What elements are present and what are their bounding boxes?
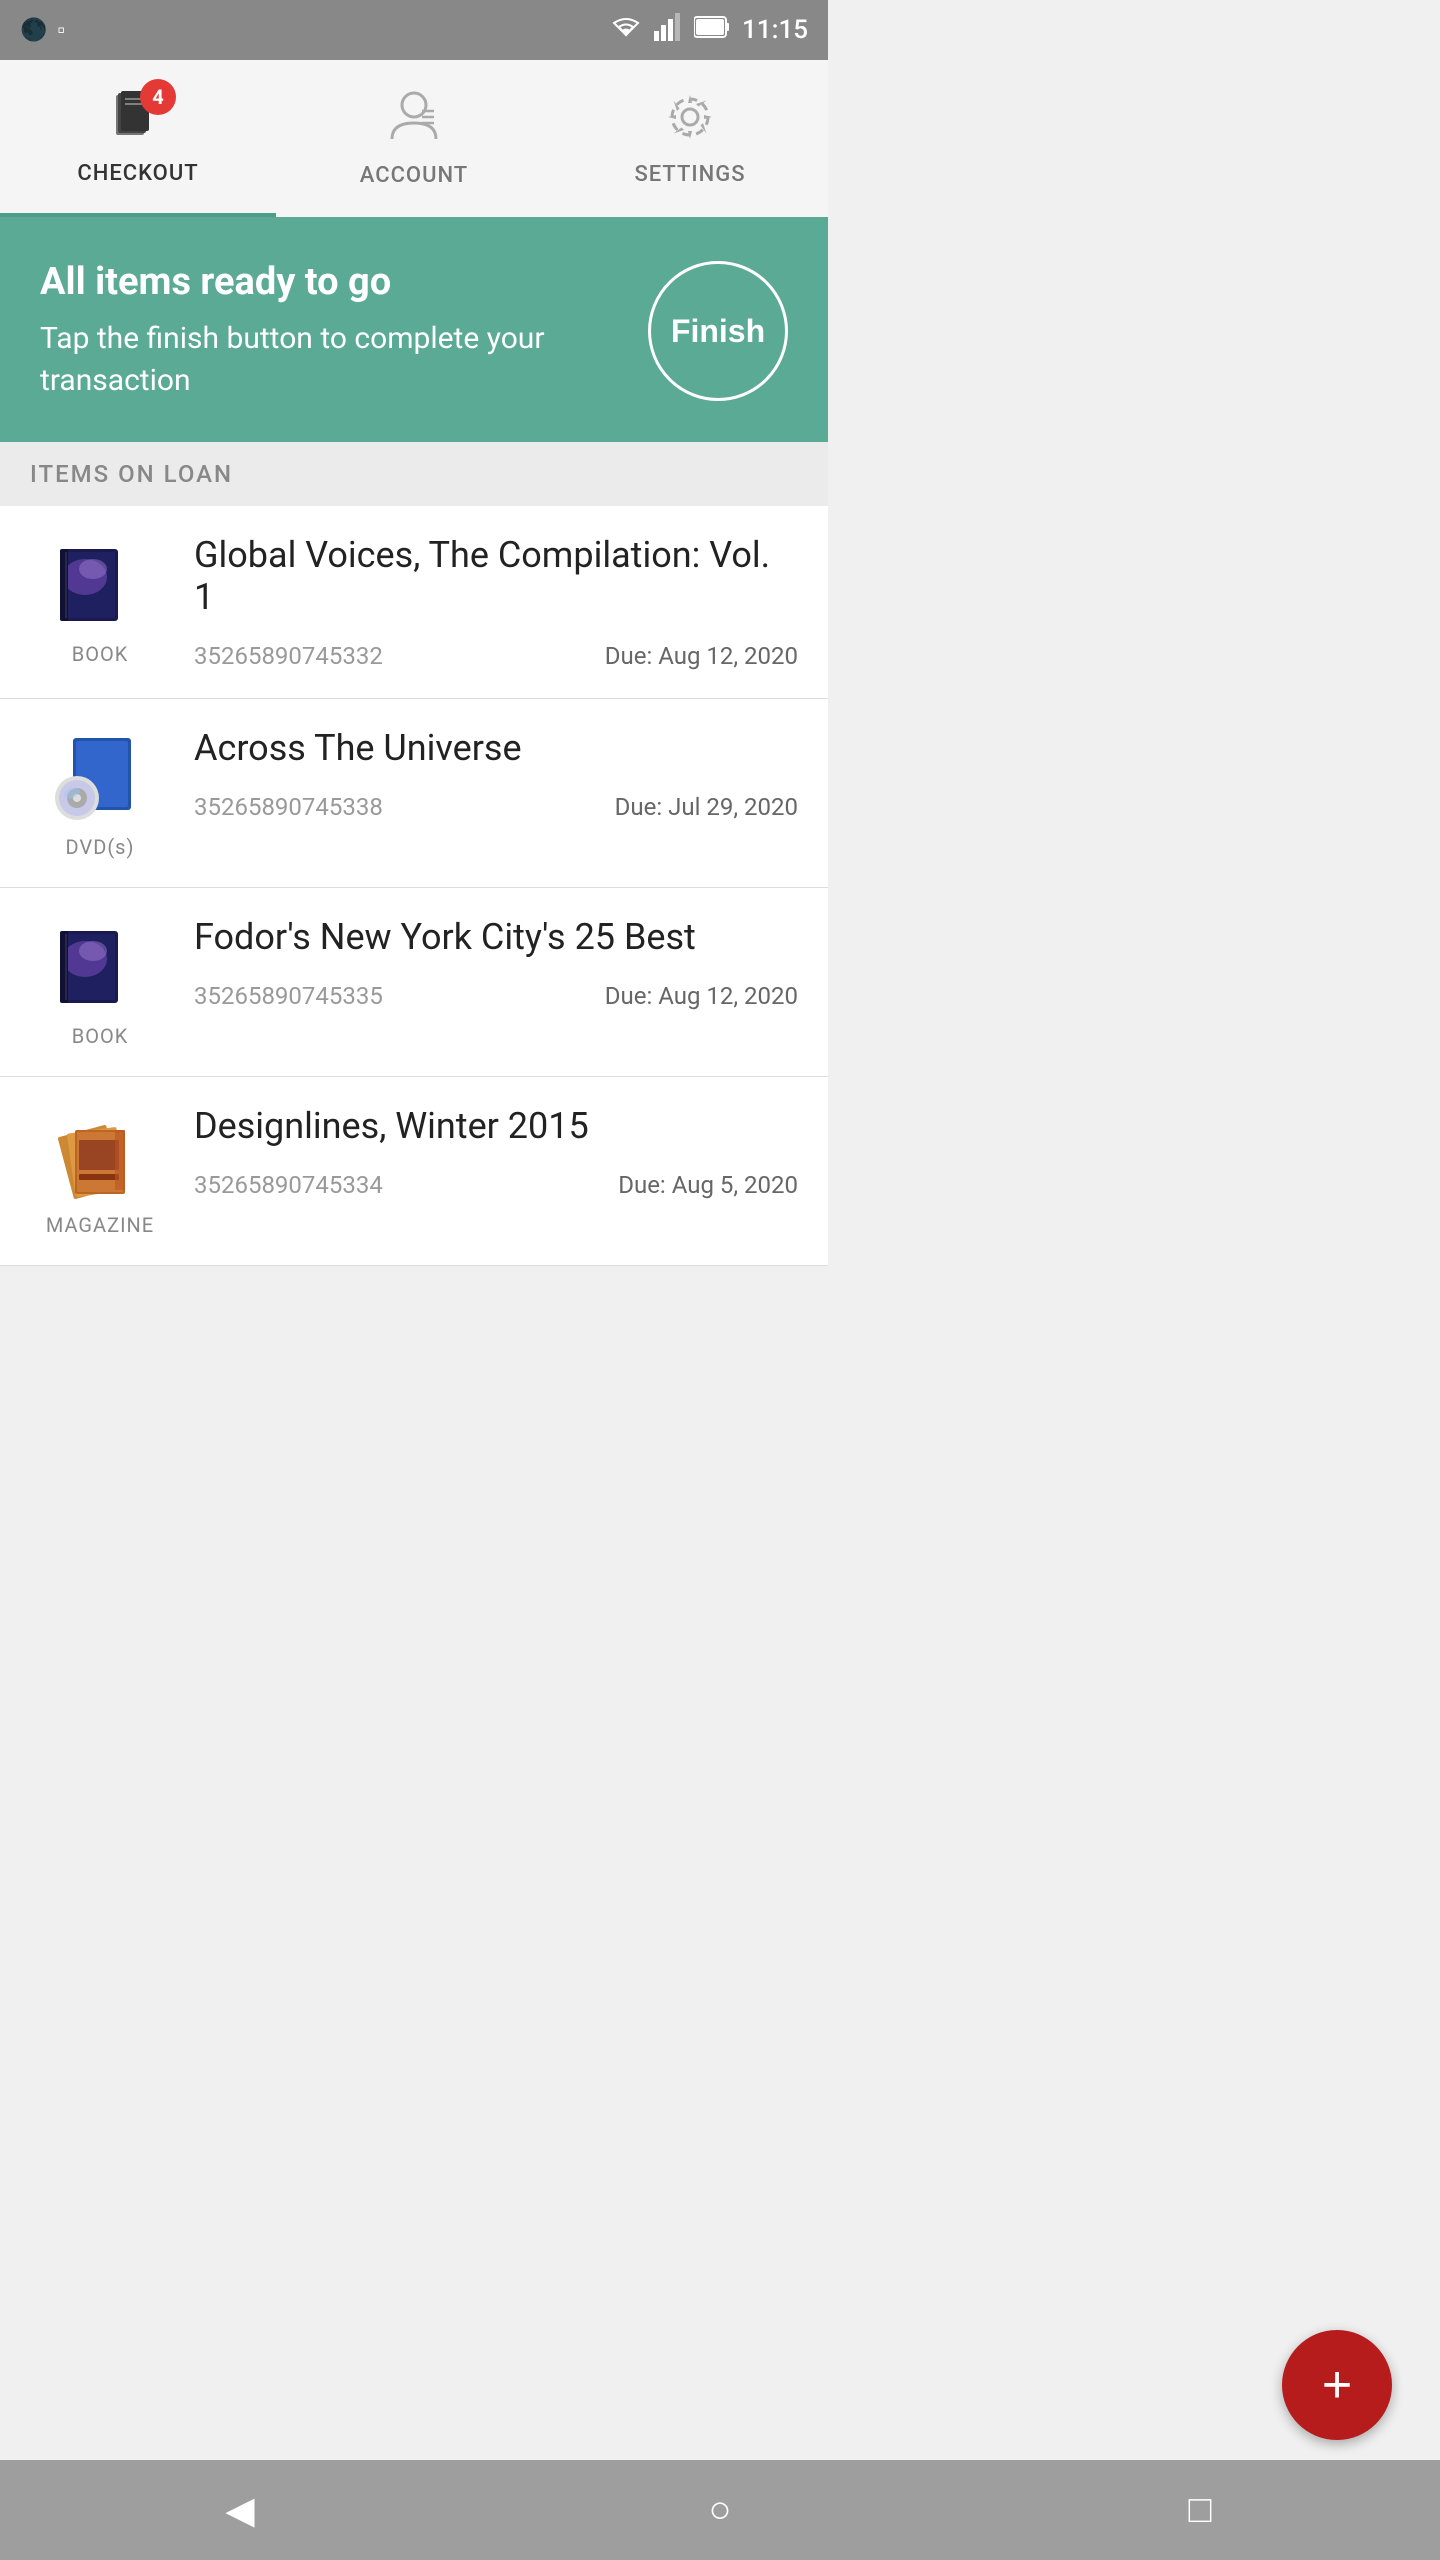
items-list: BOOK Global Voices, The Compilation: Vol… [0, 506, 828, 1266]
item-title: Designlines, Winter 2015 [194, 1105, 798, 1147]
item-dvd-icon-wrap: DVD(s) [30, 727, 170, 859]
item-barcode: 35265890745332 [194, 642, 383, 670]
battery-icon [694, 15, 730, 46]
checkout-banner: All items ready to go Tap the finish but… [0, 220, 828, 442]
item-title: Across The Universe [194, 727, 798, 769]
section-label: ITEMS ON LOAN [30, 460, 233, 488]
status-right-icons: 11:15 [610, 13, 808, 48]
item-due: Due: Jul 29, 2020 [615, 793, 798, 821]
item-due: Due: Aug 5, 2020 [618, 1171, 798, 1199]
status-bar: 🌑 ▫ [0, 0, 828, 60]
book-icon [45, 534, 155, 634]
banner-title: All items ready to go [40, 260, 628, 304]
status-left-icons: 🌑 ▫ [20, 17, 65, 43]
item-type-label: MAGAZINE [46, 1213, 154, 1237]
settings-tab-label: SETTINGS [634, 162, 745, 187]
item-type-label: BOOK [72, 642, 129, 666]
gear-icon [664, 91, 716, 156]
account-tab-label: ACCOUNT [360, 163, 468, 188]
item-due: Due: Aug 12, 2020 [605, 982, 798, 1010]
banner-subtitle: Tap the finish button to complete your t… [40, 318, 628, 402]
item-magazine-icon-wrap: MAGAZINE [30, 1105, 170, 1237]
item-details: Across The Universe 35265890745338 Due: … [194, 727, 798, 821]
add-item-fab[interactable]: + [1282, 2330, 1392, 2440]
dvd-icon [45, 727, 155, 827]
tab-checkout[interactable]: 4 CHECKOUT [0, 60, 276, 217]
item-title: Global Voices, The Compilation: Vol. 1 [194, 534, 798, 618]
item-due: Due: Aug 12, 2020 [605, 642, 798, 670]
signal-icon [654, 13, 682, 48]
tab-account[interactable]: ACCOUNT [276, 60, 552, 217]
item-book2-icon-wrap: BOOK [30, 916, 170, 1048]
nav-bar: 4 CHECKOUT ACCOUNT [0, 60, 828, 220]
item-book-icon-wrap: BOOK [30, 534, 170, 666]
item-type-label: BOOK [72, 1024, 129, 1048]
item-meta: 35265890745334 Due: Aug 5, 2020 [194, 1171, 798, 1199]
list-item: BOOK Global Voices, The Compilation: Vol… [0, 506, 828, 699]
items-on-loan-header: ITEMS ON LOAN [0, 442, 828, 506]
checkout-badge: 4 [140, 79, 176, 115]
recent-apps-button[interactable]: □ [1160, 2470, 1240, 2550]
list-item: BOOK Fodor's New York City's 25 Best 352… [0, 888, 828, 1077]
magazine-icon [45, 1105, 155, 1205]
item-title: Fodor's New York City's 25 Best [194, 916, 798, 958]
item-meta: 35265890745335 Due: Aug 12, 2020 [194, 982, 798, 1010]
item-meta: 35265890745332 Due: Aug 12, 2020 [194, 642, 798, 670]
item-barcode: 35265890745338 [194, 793, 383, 821]
item-details: Designlines, Winter 2015 35265890745334 … [194, 1105, 798, 1199]
bottom-area [0, 1266, 828, 1466]
sd-card-icon: ▫ [57, 17, 65, 43]
books-icon: 4 [108, 87, 168, 155]
list-item: MAGAZINE Designlines, Winter 2015 352658… [0, 1077, 828, 1266]
item-details: Global Voices, The Compilation: Vol. 1 3… [194, 534, 798, 670]
item-barcode: 35265890745334 [194, 1171, 383, 1199]
book-icon [45, 916, 155, 1016]
wifi-icon [610, 13, 642, 48]
tab-settings[interactable]: SETTINGS [552, 60, 828, 217]
account-icon [388, 89, 440, 157]
home-button[interactable]: ○ [680, 2470, 760, 2550]
back-button[interactable]: ◀ [200, 2470, 280, 2550]
moon-icon: 🌑 [20, 18, 47, 43]
time-display: 11:15 [742, 15, 808, 45]
finish-button[interactable]: Finish [648, 261, 788, 401]
bottom-nav-bar: ◀ ○ □ [0, 2460, 1440, 2560]
item-barcode: 35265890745335 [194, 982, 383, 1010]
item-type-label: DVD(s) [66, 835, 135, 859]
item-meta: 35265890745338 Due: Jul 29, 2020 [194, 793, 798, 821]
banner-text: All items ready to go Tap the finish but… [40, 260, 628, 402]
item-details: Fodor's New York City's 25 Best 35265890… [194, 916, 798, 1010]
list-item: DVD(s) Across The Universe 3526589074533… [0, 699, 828, 888]
checkout-tab-label: CHECKOUT [77, 161, 198, 186]
